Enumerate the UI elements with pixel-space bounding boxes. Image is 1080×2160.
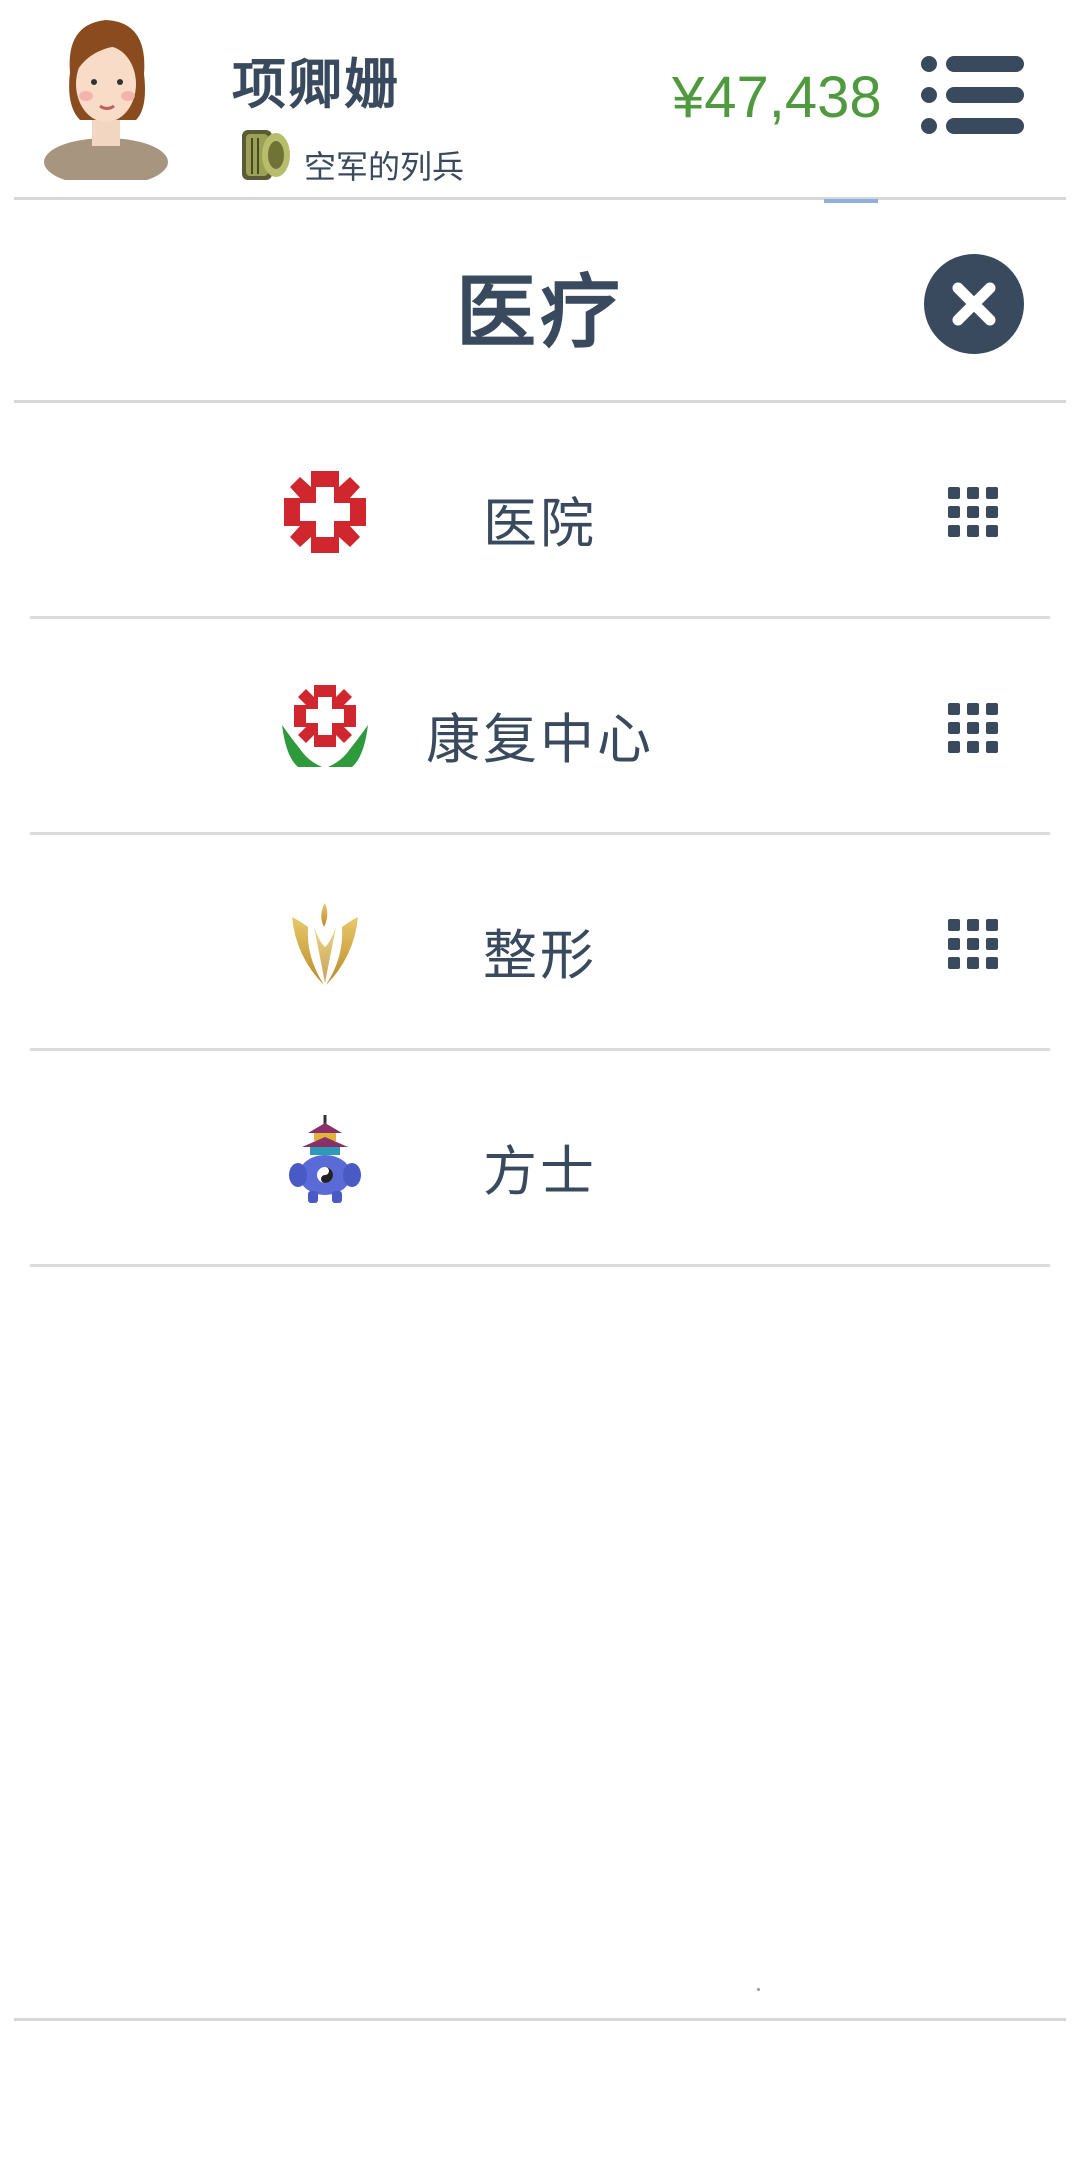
list-item-cosmetic-surgery[interactable]: 整形 bbox=[0, 835, 1080, 1051]
footer-divider bbox=[14, 2018, 1066, 2021]
item-label: 整形 bbox=[483, 924, 597, 987]
grid-icon[interactable] bbox=[948, 487, 998, 537]
pagoda-creature-icon bbox=[289, 1115, 361, 1203]
rank-text: 空军的列兵 bbox=[304, 148, 465, 186]
category-list: 医院 康复中心 整形 方士 bbox=[0, 403, 1080, 1267]
close-circle-icon[interactable] bbox=[922, 252, 1026, 356]
balance-amount: ¥47,438 bbox=[672, 65, 882, 130]
panel-title: 医疗 bbox=[456, 266, 624, 359]
item-label: 方士 bbox=[483, 1140, 597, 1203]
list-menu-icon[interactable] bbox=[920, 54, 1026, 136]
user-header: 项卿姗 空军的列兵 ¥47,438 bbox=[0, 0, 1080, 197]
rank-badge-icon bbox=[242, 130, 290, 180]
list-item-rehab-center[interactable]: 康复中心 bbox=[0, 619, 1080, 835]
golden-flower-icon bbox=[292, 903, 358, 985]
female-avatar-icon[interactable] bbox=[40, 12, 172, 180]
page: 项卿姗 空军的列兵 ¥47,438 医疗 医院 康复中心 整形 方士 bbox=[0, 0, 1080, 2160]
username: 项卿姗 bbox=[232, 53, 400, 116]
item-label: 康复中心 bbox=[426, 708, 654, 771]
stray-dot bbox=[757, 1988, 760, 1991]
grid-icon[interactable] bbox=[948, 919, 998, 969]
list-item-alchemist[interactable]: 方士 bbox=[0, 1051, 1080, 1267]
tab-indicator bbox=[824, 199, 878, 203]
header-divider bbox=[14, 197, 1066, 200]
rehab-cross-hands-icon bbox=[282, 685, 368, 767]
grid-icon[interactable] bbox=[948, 703, 998, 753]
item-label: 医院 bbox=[483, 492, 597, 555]
list-item-hospital[interactable]: 医院 bbox=[0, 403, 1080, 619]
item-divider bbox=[30, 1264, 1050, 1267]
red-cross-icon bbox=[284, 471, 366, 553]
